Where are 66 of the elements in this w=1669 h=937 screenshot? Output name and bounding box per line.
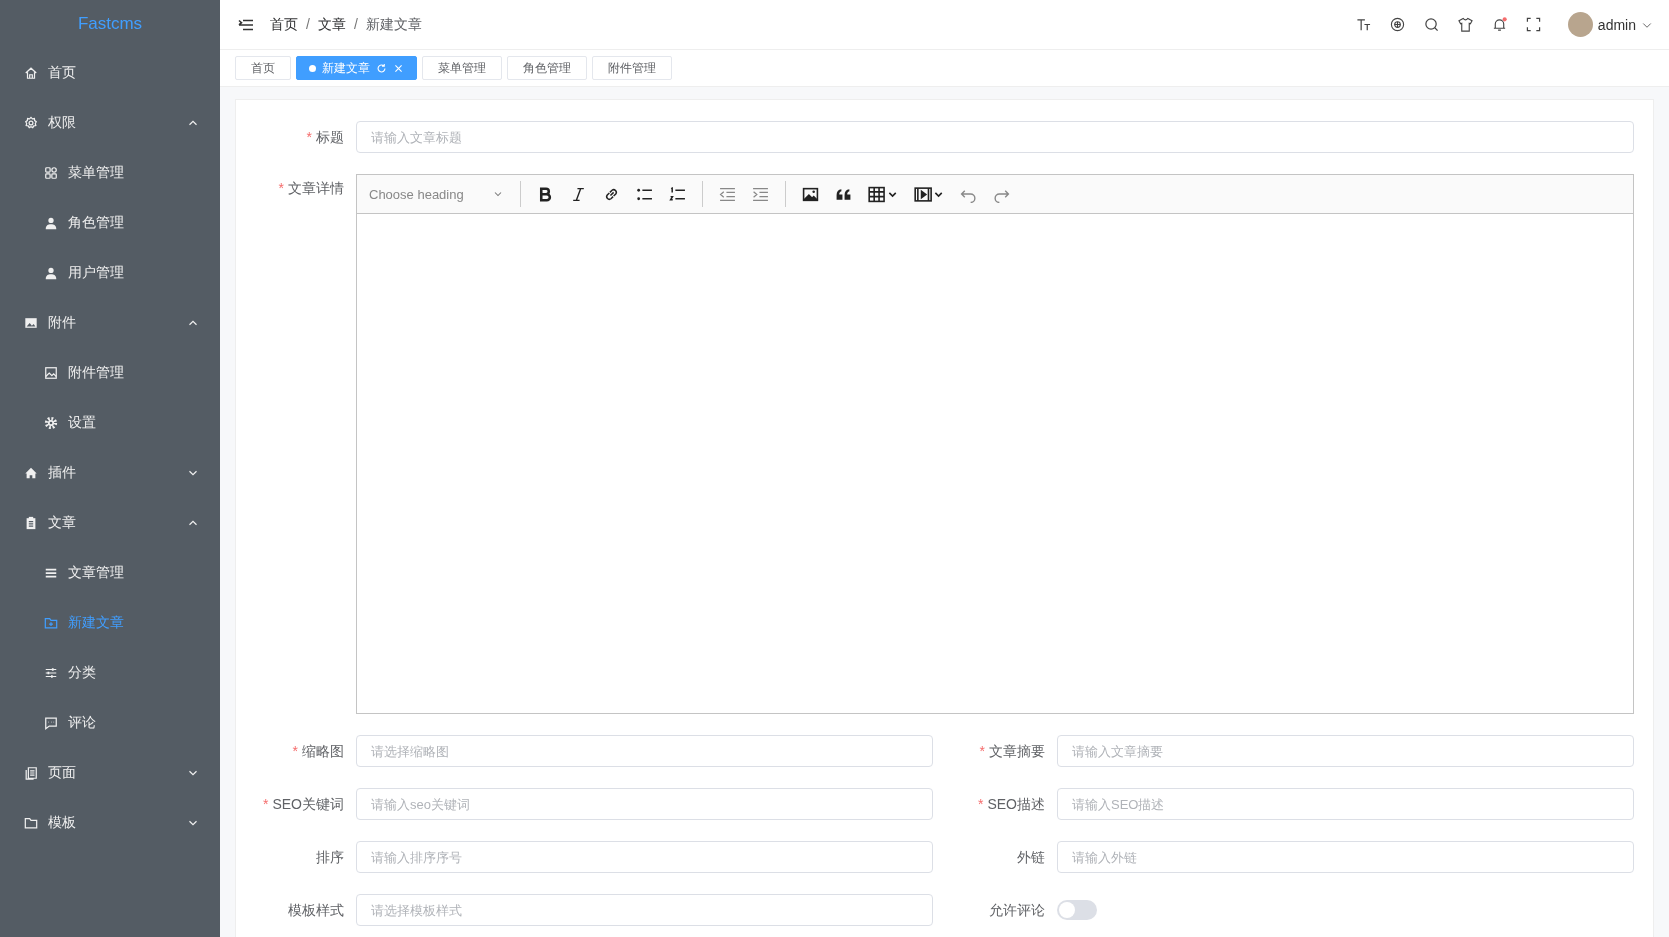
media-icon[interactable]: [913, 185, 944, 203]
breadcrumb-link[interactable]: 新建文章: [365, 15, 422, 34]
text-input[interactable]: 请输入SEO描述: [1057, 788, 1634, 820]
close-icon[interactable]: [393, 62, 404, 74]
active-dot-icon: [309, 64, 316, 72]
tab[interactable]: 首页: [235, 56, 291, 80]
field-label: 模板样式: [288, 901, 344, 920]
field-label: 标题: [316, 128, 344, 147]
search-icon[interactable]: [1423, 17, 1439, 32]
text-input[interactable]: 请输入文章摘要: [1057, 735, 1634, 767]
submenu-item[interactable]: 文章管理: [0, 548, 220, 598]
breadcrumb-separator: /: [353, 15, 358, 34]
tab[interactable]: 附件管理: [592, 56, 672, 80]
submenu-item[interactable]: 菜单管理: [0, 148, 220, 198]
fullscreen-icon[interactable]: [1525, 17, 1541, 32]
tab[interactable]: 菜单管理: [422, 56, 502, 80]
numbered-list-icon[interactable]: [668, 185, 686, 203]
image-icon[interactable]: [801, 185, 819, 203]
outdent-icon[interactable]: [718, 185, 736, 203]
submenu-item[interactable]: 分类: [0, 648, 220, 698]
indent-icon[interactable]: [751, 185, 769, 203]
title-input[interactable]: 请输入文章标题: [356, 121, 1634, 153]
menu-item[interactable]: 附件: [0, 298, 220, 348]
field-label: SEO关键词: [272, 795, 344, 814]
avatar: [1567, 12, 1593, 37]
menu-item[interactable]: 权限: [0, 98, 220, 148]
menu-item[interactable]: 插件: [0, 448, 220, 498]
field-label: 缩略图: [302, 742, 344, 761]
heading-dropdown[interactable]: Choose heading: [369, 186, 504, 202]
submenu-item[interactable]: 评论: [0, 698, 220, 748]
submenu-item[interactable]: 用户管理: [0, 248, 220, 298]
submenu-item[interactable]: 设置: [0, 398, 220, 448]
text-input[interactable]: 请输入外链: [1057, 841, 1634, 873]
text-input[interactable]: 请输入排序序号: [356, 841, 933, 873]
breadcrumb-separator: /: [306, 15, 310, 34]
user-menu[interactable]: admin: [1567, 12, 1653, 37]
text-input[interactable]: 请输入seo关键词: [356, 788, 933, 820]
field-label: SEO描述: [987, 795, 1045, 814]
required-mark: *: [306, 128, 312, 147]
field-label: 文章详情: [288, 179, 344, 198]
breadcrumb-link[interactable]: 文章: [317, 15, 346, 34]
field-label: 文章摘要: [989, 742, 1045, 761]
submenu-item[interactable]: 角色管理: [0, 198, 220, 248]
submenu-item[interactable]: 附件管理: [0, 348, 220, 398]
bell-icon[interactable]: [1491, 17, 1507, 32]
required-mark: *: [278, 179, 284, 198]
table-icon[interactable]: [867, 185, 898, 203]
tab[interactable]: 角色管理: [507, 56, 587, 80]
breadcrumb-link[interactable]: 首页: [270, 15, 298, 34]
required-mark: *: [979, 742, 985, 761]
field-label: 允许评论: [989, 901, 1045, 920]
menu-item[interactable]: 模板: [0, 798, 220, 848]
field-label: 排序: [316, 848, 344, 867]
field-label: 外链: [1017, 848, 1045, 867]
required-mark: *: [262, 795, 269, 814]
menu-item[interactable]: 文章: [0, 498, 220, 548]
shirt-icon[interactable]: [1457, 17, 1473, 32]
circle-plus-icon[interactable]: [1389, 17, 1405, 32]
font-size-icon[interactable]: [1355, 17, 1371, 32]
menu-item[interactable]: 首页: [0, 48, 220, 98]
text-input[interactable]: 请选择模板样式: [356, 894, 933, 926]
required-mark: *: [292, 742, 298, 761]
menu-item[interactable]: 页面: [0, 748, 220, 798]
required-mark: *: [977, 795, 984, 814]
toggle-switch[interactable]: [1057, 900, 1097, 920]
text-input[interactable]: 请选择缩略图: [356, 735, 933, 767]
